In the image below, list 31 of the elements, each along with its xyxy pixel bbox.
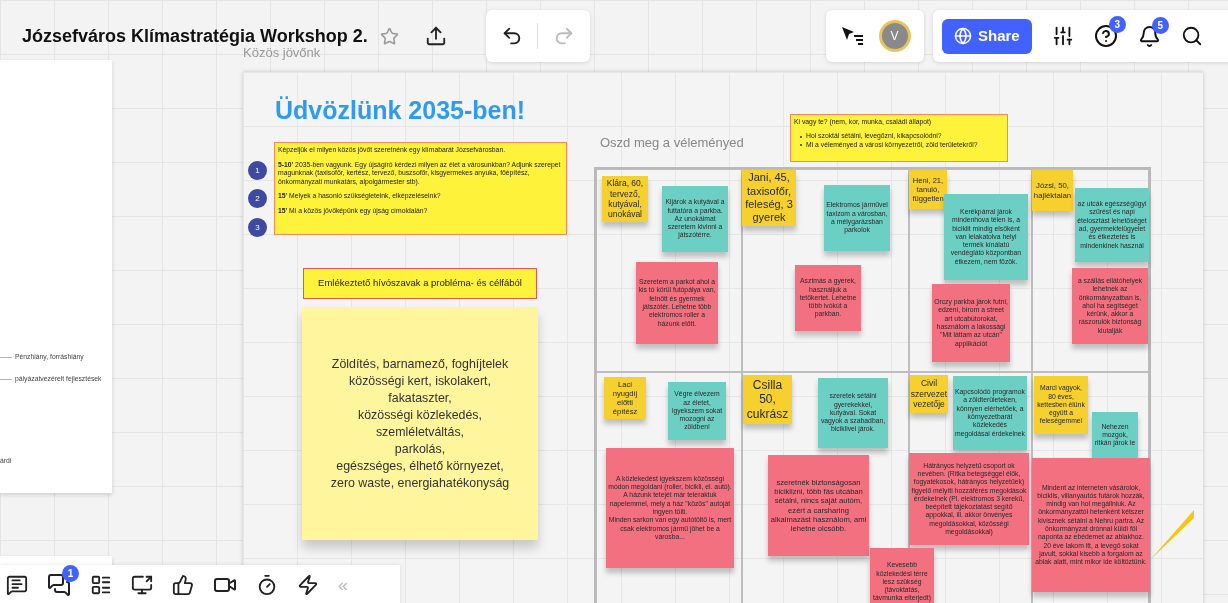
pen-stroke bbox=[1148, 508, 1196, 562]
notification-badge: 5 bbox=[1151, 16, 1169, 34]
notification-badge: 1 bbox=[62, 565, 79, 582]
frame-label: Közös jövőnk bbox=[243, 46, 321, 60]
notification-badge: 3 bbox=[1108, 16, 1126, 33]
sticky-note: Zöldítés, barnamező, foghíjtelek közösségi kert, iskolakert, fakataszter, közösségi közlekedés, szemléletváltás, parkolás, egészséges, élhető környezet, zero waste, energiahatékonyság bbox=[302, 307, 538, 540]
search-icon[interactable] bbox=[1180, 25, 1203, 47]
thumbs-up-icon[interactable] bbox=[172, 574, 194, 596]
connector-line bbox=[0, 356, 12, 358]
sticky-note: Klára, 60, tervező, kutyával, unokával bbox=[602, 176, 648, 222]
globe-icon bbox=[954, 27, 972, 45]
comment-icon[interactable] bbox=[6, 574, 28, 596]
settings-icon[interactable] bbox=[1051, 25, 1074, 47]
connector-line bbox=[0, 378, 12, 380]
list-icon[interactable] bbox=[90, 574, 112, 596]
board-title: Józsefváros Klímastratégia Workshop 2. bbox=[22, 24, 368, 48]
cursor-icon[interactable] bbox=[839, 25, 864, 47]
upload-icon[interactable] bbox=[424, 25, 447, 47]
sticky-note: Csilla 50, cukrász bbox=[743, 375, 792, 424]
section-title: Oszd meg a véleményed bbox=[600, 134, 744, 152]
sticky-note: Civil szervezet vezetője bbox=[910, 375, 948, 413]
collapse-button[interactable]: « bbox=[338, 571, 348, 599]
share-button[interactable]: Share bbox=[942, 18, 1032, 54]
user-avatar[interactable]: V bbox=[878, 20, 911, 52]
screen-share-icon[interactable] bbox=[131, 574, 153, 596]
timer-icon[interactable] bbox=[256, 574, 278, 596]
lightning-icon[interactable] bbox=[297, 574, 319, 596]
sticky-note: Jani, 45, taxisofőr, feleség, 3 gyerek bbox=[742, 170, 796, 226]
welcome-heading: Üdvözlünk 2035-ben! bbox=[275, 95, 526, 126]
reminder-title: Emlékeztető hívószavak a probléma- és célfából bbox=[303, 268, 537, 299]
star-icon[interactable] bbox=[379, 26, 399, 46]
